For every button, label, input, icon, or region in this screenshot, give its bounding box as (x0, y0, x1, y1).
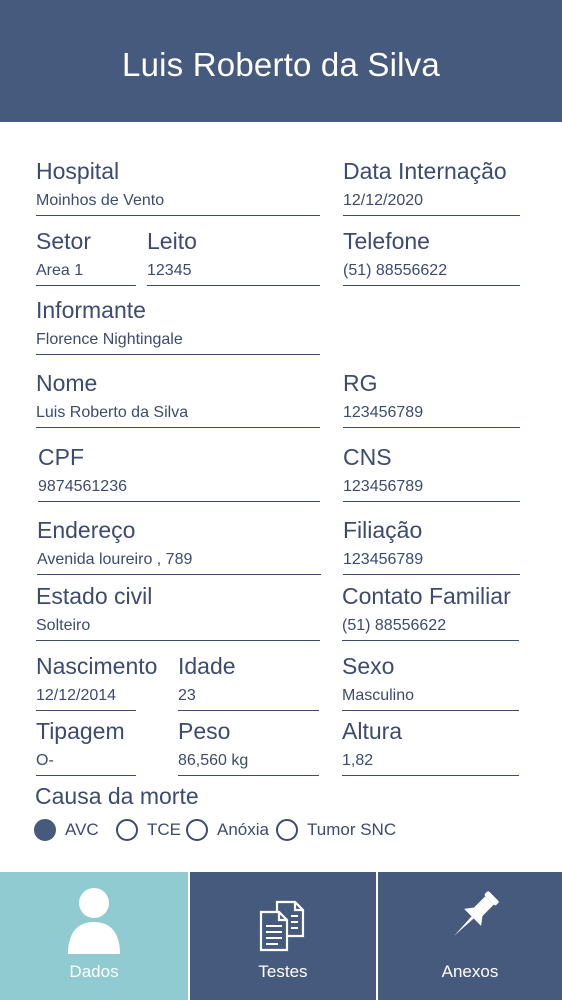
leito-input[interactable]: 12345 (147, 262, 320, 286)
radio-anoxia-indicator[interactable] (186, 819, 208, 841)
contato-familiar-input[interactable]: (51) 88556622 (342, 617, 519, 641)
peso-input[interactable]: 86,560 kg (178, 752, 319, 776)
hospital-input[interactable]: Moinhos de Vento (36, 192, 320, 216)
radio-avc-selected-indicator[interactable] (34, 819, 56, 841)
radio-tumor-snc-label: Tumor SNC (307, 820, 397, 839)
altura-field: Altura 1,82 (342, 718, 519, 776)
idade-label: Idade (178, 653, 236, 679)
peso-label: Peso (178, 718, 231, 744)
patient-name-title: Luis Roberto da Silva (122, 46, 440, 83)
peso-field: Peso 86,560 kg (178, 718, 319, 776)
estado-civil-label: Estado civil (36, 583, 153, 609)
tab-testes[interactable]: Testes (188, 872, 376, 1000)
endereco-input[interactable]: Avenida loureiro , 789 (37, 551, 321, 575)
sexo-label: Sexo (342, 653, 395, 679)
leito-field: Leito 12345 (147, 228, 320, 286)
cpf-input[interactable]: 9874561236 (38, 478, 320, 502)
radio-tumor-snc[interactable]: Tumor SNC (276, 816, 396, 844)
filiacao-field: Filiação 123456789 (343, 517, 520, 575)
setor-label: Setor (36, 228, 91, 254)
person-icon (68, 888, 120, 954)
estado-civil-input[interactable]: Solteiro (36, 617, 320, 641)
cns-label: CNS (343, 444, 392, 470)
sexo-input[interactable]: Masculino (342, 687, 519, 711)
radio-tce-indicator[interactable] (116, 819, 138, 841)
causa-da-morte-label: Causa da morte (35, 783, 199, 809)
leito-label: Leito (147, 228, 197, 254)
cpf-label: CPF (38, 444, 84, 470)
altura-label: Altura (342, 718, 403, 744)
nascimento-input[interactable]: 12/12/2014 (36, 687, 136, 711)
rg-input[interactable]: 123456789 (343, 404, 520, 428)
tab-testes-label: Testes (258, 962, 308, 981)
endereco-field: Endereço Avenida loureiro , 789 (37, 517, 321, 575)
idade-input[interactable]: 23 (178, 687, 319, 711)
radio-tce-label: TCE (147, 820, 181, 839)
radio-avc[interactable]: AVC (34, 816, 99, 844)
data-internacao-input[interactable]: 12/12/2020 (343, 192, 520, 216)
tipagem-field: Tipagem O- (36, 718, 136, 776)
radio-tce[interactable]: TCE (116, 816, 181, 844)
nascimento-label: Nascimento (36, 653, 158, 679)
tipagem-input[interactable]: O- (36, 752, 136, 776)
data-internacao-field: Data Internação 12/12/2020 (343, 158, 520, 216)
nome-label: Nome (36, 370, 98, 396)
data-internacao-label: Data Internação (343, 158, 507, 184)
filiacao-label: Filiação (343, 517, 423, 543)
endereco-label: Endereço (37, 517, 136, 543)
radio-tumor-snc-indicator[interactable] (276, 819, 298, 841)
contato-familiar-field: Contato Familiar (51) 88556622 (342, 583, 519, 641)
setor-field: Setor Area 1 (36, 228, 136, 286)
causa-da-morte-field: Causa da morte (35, 783, 335, 813)
rg-label: RG (343, 370, 378, 396)
tab-dados[interactable]: Dados (0, 872, 188, 1000)
telefone-label: Telefone (343, 228, 430, 254)
nascimento-field: Nascimento 12/12/2014 (36, 653, 157, 711)
cns-field: CNS 123456789 (343, 444, 520, 502)
bottom-tab-bar: Dados Testes Anexos (0, 872, 562, 1000)
informante-input[interactable]: Florence Nightingale (36, 331, 320, 355)
estado-civil-field: Estado civil Solteiro (36, 583, 320, 641)
tab-anexos-label: Anexos (441, 962, 499, 981)
cns-input[interactable]: 123456789 (343, 478, 520, 502)
app-header: Luis Roberto da Silva (0, 0, 562, 122)
tab-anexos[interactable]: Anexos (376, 872, 562, 1000)
informante-field: Informante Florence Nightingale (36, 297, 320, 355)
tipagem-label: Tipagem (36, 718, 125, 744)
telefone-field: Telefone (51) 88556622 (343, 228, 520, 286)
nome-field: Nome Luis Roberto da Silva (36, 370, 320, 428)
filiacao-input[interactable]: 123456789 (343, 551, 520, 575)
cpf-field: CPF 9874561236 (38, 444, 320, 502)
sexo-field: Sexo Masculino (342, 653, 519, 711)
rg-field: RG 123456789 (343, 370, 520, 428)
setor-input[interactable]: Area 1 (36, 262, 136, 286)
telefone-input[interactable]: (51) 88556622 (343, 262, 520, 286)
informante-label: Informante (36, 297, 146, 323)
nome-input[interactable]: Luis Roberto da Silva (36, 404, 320, 428)
pushpin-icon (454, 891, 499, 936)
documents-icon (259, 900, 305, 952)
radio-avc-label: AVC (65, 820, 99, 839)
altura-input[interactable]: 1,82 (342, 752, 519, 776)
hospital-label: Hospital (36, 158, 120, 184)
radio-anoxia[interactable]: Anóxia (186, 816, 269, 844)
hospital-field: Hospital Moinhos de Vento (36, 158, 320, 216)
idade-field: Idade 23 (178, 653, 319, 711)
tab-dados-label: Dados (69, 962, 119, 981)
radio-anoxia-label: Anóxia (217, 820, 269, 839)
contato-familiar-label: Contato Familiar (342, 583, 511, 609)
